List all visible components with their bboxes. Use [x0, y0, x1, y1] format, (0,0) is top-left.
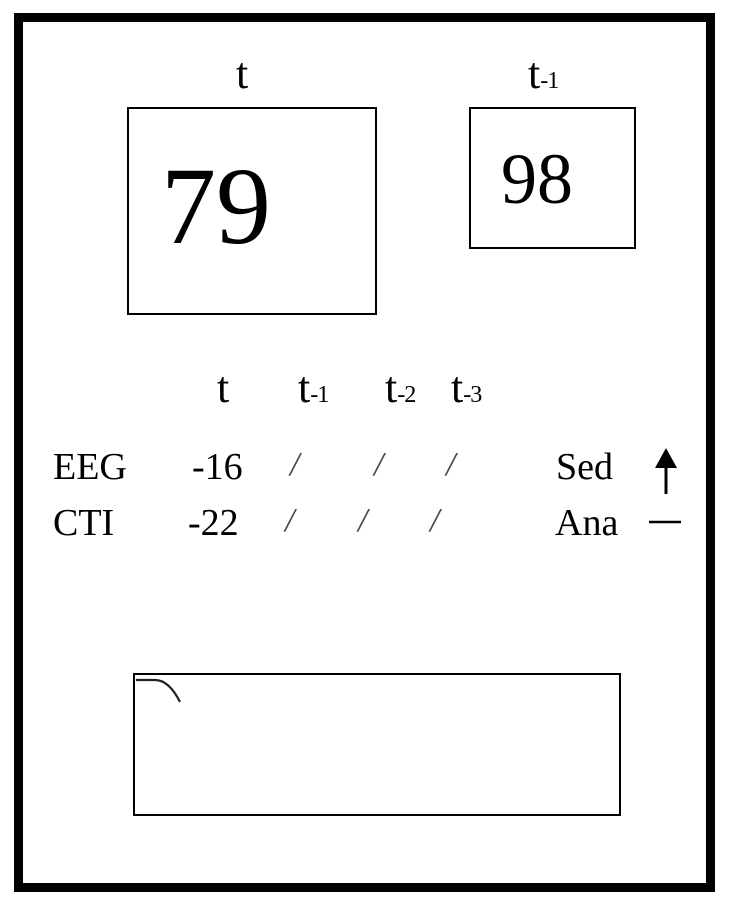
current-label-text: t: [236, 49, 249, 98]
col-header-sub: -1: [310, 381, 329, 409]
previous-label-text: t: [528, 49, 541, 98]
row-eeg-value-t: -16: [192, 446, 243, 488]
previous-label: t-1: [528, 49, 559, 98]
row-cti-value-t: -22: [188, 502, 239, 544]
col-header-t-2: t-2: [385, 363, 416, 412]
arrow-up-icon: [655, 448, 677, 494]
col-header-text: t: [385, 363, 398, 412]
col-header-text: t: [217, 363, 230, 412]
row-eeg-name: EEG: [53, 446, 127, 488]
col-header-sub: -2: [397, 381, 416, 409]
current-value: 79: [161, 145, 271, 267]
col-header-text: t: [451, 363, 464, 412]
row-eeg-value-t-1: /: [290, 446, 300, 483]
col-header-sub: -3: [463, 381, 482, 409]
current-value-box: 79: [127, 107, 377, 315]
waveform-panel: [133, 673, 621, 816]
row-cti-value-t-3: /: [430, 502, 440, 539]
row-eeg-value-t-2: /: [374, 446, 384, 483]
current-label: t: [236, 52, 248, 96]
previous-value: 98: [501, 139, 573, 219]
dash-icon: [649, 520, 681, 524]
row-eeg-indicator-label: Sed: [556, 446, 613, 488]
previous-value-box: 98: [469, 107, 636, 249]
col-header-text: t: [298, 363, 311, 412]
row-eeg-value-t-3: /: [446, 446, 456, 483]
col-header-t-1: t-1: [298, 363, 329, 412]
previous-label-sub: -1: [540, 67, 559, 95]
col-header-t-3: t-3: [451, 363, 482, 412]
waveform-curve-icon: [136, 678, 181, 703]
col-header-t: t: [217, 366, 229, 410]
row-cti-value-t-2: /: [358, 502, 368, 539]
row-cti-value-t-1: /: [285, 502, 295, 539]
row-cti-indicator-label: Ana: [555, 502, 619, 544]
row-cti-name: CTI: [53, 502, 115, 544]
